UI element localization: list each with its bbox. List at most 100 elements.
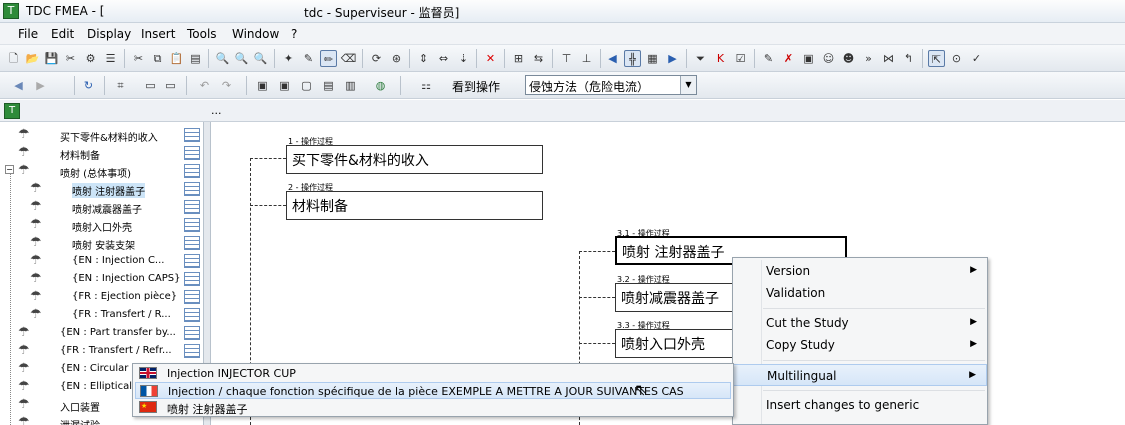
tree-item[interactable]: ☂ {EN : Injection CAPS} [0, 270, 203, 288]
checklist-icon[interactable]: ☑ [732, 50, 749, 67]
image-icon[interactable]: ▭ [142, 77, 159, 94]
cut-icon[interactable]: ✂ [130, 50, 147, 67]
tree-item[interactable]: ☂ {FR : Transfert / R... [0, 306, 203, 324]
copy-icon[interactable]: ⧉ [149, 50, 166, 67]
table-icon[interactable] [184, 326, 200, 340]
paste-special-icon[interactable]: ▤ [187, 50, 204, 67]
collapse-icon[interactable]: ⋈ [880, 50, 897, 67]
language-item-cn[interactable]: ★ 喷射 注射器盖子 [135, 399, 731, 416]
move-up-down-icon[interactable]: ⇕ [415, 50, 432, 67]
users-icon[interactable]: ⚙ [82, 50, 99, 67]
tree-item[interactable]: ☂ 买下零件&材料的收入 [0, 126, 203, 144]
failure-mode-select[interactable]: 侵蚀方法（危险电流） ▼ [525, 75, 697, 95]
menu-tools[interactable]: Tools [187, 27, 217, 41]
tools-icon[interactable]: ✂ [62, 50, 79, 67]
note-icon[interactable]: ✎ [300, 50, 317, 67]
table-icon[interactable]: ▦ [644, 50, 661, 67]
image-edit-icon[interactable]: ▭ [162, 77, 179, 94]
filter-icon[interactable]: ⏷ [692, 50, 709, 67]
table-icon[interactable] [184, 182, 200, 196]
table-icon[interactable] [184, 272, 200, 286]
menu-item-version[interactable]: Version ▶ [733, 260, 987, 282]
hierarchy-icon[interactable]: ⊥ [578, 50, 595, 67]
menu-item-multilingual[interactable]: Multilingual ▶ [733, 364, 987, 386]
menu-item-validation[interactable]: Validation [733, 282, 987, 304]
more-icon[interactable]: ... [211, 104, 222, 117]
tree-item[interactable]: ☂ 喷射入口外壳 [0, 216, 203, 234]
view-operation-label[interactable]: 看到操作 [452, 78, 500, 95]
redo-icon[interactable]: ↷ [218, 77, 235, 94]
view3-icon[interactable]: ▢ [298, 77, 315, 94]
tree-icon[interactable]: ⊤ [558, 50, 575, 67]
undo-link-icon[interactable]: ↰ [900, 50, 917, 67]
table-icon[interactable] [184, 254, 200, 268]
properties-icon[interactable]: ☰ [102, 50, 119, 67]
table-icon[interactable] [184, 308, 200, 322]
process-step-box[interactable]: 买下零件&材料的收入 [286, 145, 543, 174]
tree-item[interactable]: ☂ 喷射减震器盖子 [0, 198, 203, 216]
new-icon[interactable]: 🗋 [5, 50, 22, 67]
table-icon[interactable] [184, 344, 200, 358]
table-icon[interactable] [184, 218, 200, 232]
tree-item[interactable]: ☂ 喷射 (总体事项) [0, 162, 203, 180]
table-icon[interactable] [184, 290, 200, 304]
table-icon[interactable] [184, 128, 200, 142]
network-icon[interactable]: ⊞ [510, 50, 527, 67]
back-icon[interactable]: ◀ [10, 77, 27, 94]
tree-item[interactable]: ☂ {FR : Ejection pièce} [0, 288, 203, 306]
eraser-icon[interactable]: ⌫ [340, 50, 357, 67]
tree-item[interactable]: ☂ {EN : Part transfer by... [0, 324, 203, 342]
menu-item-copy-study[interactable]: Copy Study ▶ [733, 334, 987, 356]
tree-item[interactable]: ☂ {FR : Transfert / Refr... [0, 342, 203, 360]
menu-item-cut-study[interactable]: Cut the Study ▶ [733, 312, 987, 334]
view5-icon[interactable]: ▥ [342, 77, 359, 94]
menu-insert[interactable]: Insert [141, 27, 175, 41]
pencil-icon[interactable]: ✏ [320, 50, 337, 67]
cross-icon[interactable]: ✗ [780, 50, 797, 67]
menu-window[interactable]: Window [232, 27, 279, 41]
users-group-icon[interactable]: ☻ [840, 50, 857, 67]
dropdown-arrow-icon[interactable]: ▼ [680, 76, 696, 94]
process-step-box[interactable]: 材料制备 [286, 191, 543, 220]
filter-clear-icon[interactable]: K [712, 50, 729, 67]
tree-item[interactable]: ☂ 喷射 安装支架 [0, 234, 203, 252]
user-icon[interactable]: ☺ [820, 50, 837, 67]
view4-icon[interactable]: ▤ [320, 77, 337, 94]
frame-icon[interactable]: ▣ [800, 50, 817, 67]
table-icon[interactable] [184, 200, 200, 214]
save-icon[interactable]: 💾 [43, 50, 60, 67]
pin-icon[interactable]: ⊙ [948, 50, 965, 67]
crop-icon[interactable]: ⌗ [112, 77, 129, 94]
zoom-in-icon[interactable]: 🔍 [252, 50, 269, 67]
wand-icon[interactable]: ✦ [280, 50, 297, 67]
refresh-icon[interactable]: ⟳ [368, 50, 385, 67]
globe-icon[interactable]: ◍ [372, 77, 389, 94]
tree-item[interactable]: ☂ {EN : Injection C... [0, 252, 203, 270]
view1-icon[interactable]: ▣ [254, 77, 271, 94]
delete-icon[interactable]: ✕ [482, 50, 499, 67]
view2-icon[interactable]: ▣ [276, 77, 293, 94]
zoom-icon[interactable]: 🔍 [233, 50, 250, 67]
undo-icon[interactable]: ↶ [196, 77, 213, 94]
prev-icon[interactable]: ◀ [604, 50, 621, 67]
menu-file[interactable]: File [18, 27, 38, 41]
link-icon[interactable]: ⇆ [530, 50, 547, 67]
tree-item-selected[interactable]: ☂ 喷射 注射器盖子 [0, 180, 203, 198]
menu-help[interactable]: ? [291, 27, 297, 41]
operation-view-icon[interactable]: ⚏ [406, 77, 446, 94]
menu-display[interactable]: Display [87, 27, 131, 41]
next-icon[interactable]: ▶ [664, 50, 681, 67]
sync-icon[interactable]: ⊛ [388, 50, 405, 67]
brush-icon[interactable]: ✎ [760, 50, 777, 67]
forward-icon[interactable]: » [860, 50, 877, 67]
grid-select-icon[interactable]: ╬ [624, 50, 641, 67]
open-icon[interactable]: 📂 [24, 50, 41, 67]
zoom-out-icon[interactable]: 🔍 [214, 50, 231, 67]
table-icon[interactable] [184, 236, 200, 250]
indent-icon[interactable]: ⇣ [455, 50, 472, 67]
reload-icon[interactable]: ↻ [80, 77, 97, 94]
move-left-right-icon[interactable]: ⇔ [435, 50, 452, 67]
document-icon[interactable]: T [4, 103, 20, 119]
spellcheck-icon[interactable]: ✓ [968, 50, 985, 67]
pointer-icon[interactable]: ⇱ [928, 50, 945, 67]
